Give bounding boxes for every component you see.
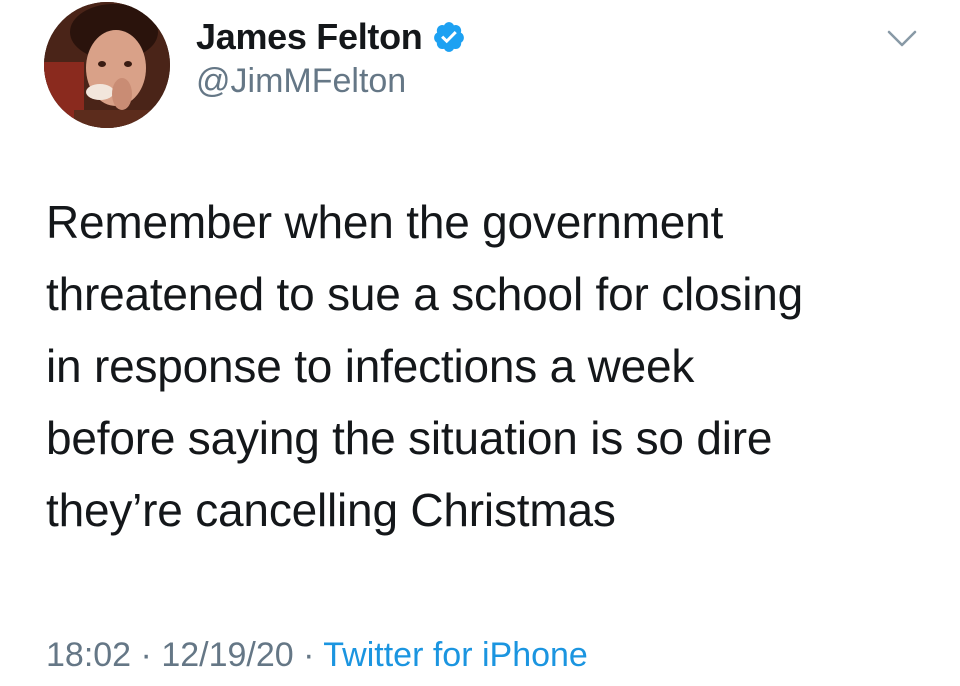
tweet-time[interactable]: 18:02 xyxy=(46,636,131,674)
tweet-text-line: they’re cancelling Christmas xyxy=(46,484,616,536)
author-name-row: James Felton xyxy=(196,14,466,60)
meta-separator: · xyxy=(293,636,324,674)
tweet-source-link[interactable]: Twitter for iPhone xyxy=(323,636,588,674)
tweet-text-line: threatened to sue a school for closing xyxy=(46,268,803,320)
author-display-name[interactable]: James Felton xyxy=(196,16,423,58)
tweet-card: James Felton @JimMFelton Remember when t… xyxy=(0,0,960,686)
verified-badge-icon xyxy=(432,20,466,54)
tweet-date[interactable]: 12/19/20 xyxy=(161,636,293,674)
meta-separator: · xyxy=(131,636,162,674)
tweet-text: Remember when the government threatened … xyxy=(46,186,926,546)
tweet-text-line: in response to infections a week xyxy=(46,340,695,392)
avatar-image xyxy=(44,2,170,128)
tweet-metadata: 18:02 · 12/19/20 · Twitter for iPhone xyxy=(46,636,588,675)
chevron-down-icon[interactable] xyxy=(886,28,918,50)
avatar[interactable] xyxy=(44,2,170,128)
tweet-text-line: Remember when the government xyxy=(46,196,724,248)
author-handle[interactable]: @JimMFelton xyxy=(196,62,406,101)
tweet-text-line: before saying the situation is so dire xyxy=(46,412,773,464)
